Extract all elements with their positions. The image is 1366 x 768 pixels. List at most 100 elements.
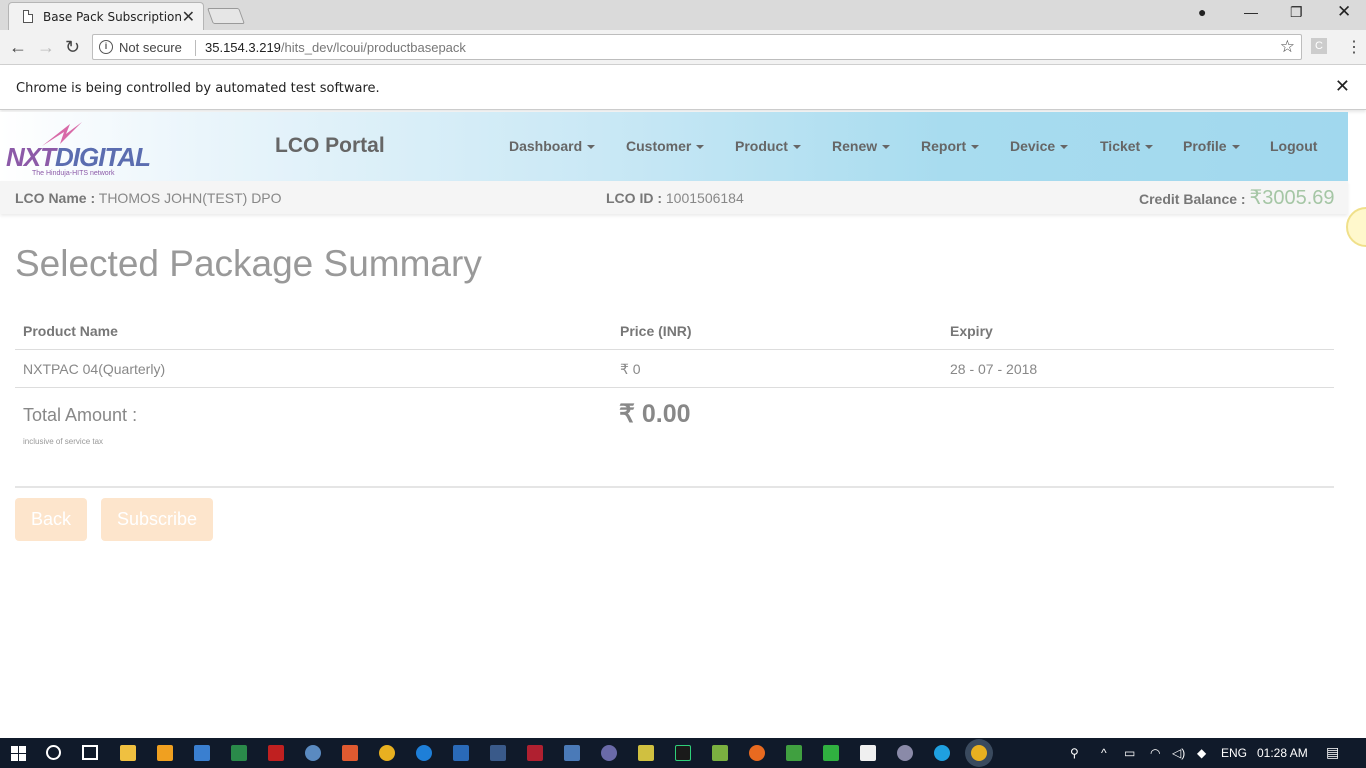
lco-name-label: LCO Name :: [15, 190, 96, 206]
forward-arrow-icon[interactable]: →: [37, 37, 55, 58]
tab-close-icon[interactable]: ✕: [182, 7, 195, 27]
info-icon[interactable]: i: [99, 40, 113, 54]
caret-down-icon: [696, 145, 705, 150]
pycharm-icon[interactable]: [675, 745, 691, 761]
account-icon[interactable]: ●: [1198, 4, 1206, 20]
action-center-icon[interactable]: ▤: [1326, 744, 1339, 761]
people-icon[interactable]: ⚲: [1070, 746, 1079, 760]
firefox-icon[interactable]: [749, 745, 765, 761]
network-tool-icon[interactable]: [231, 745, 247, 761]
sql-tool-icon[interactable]: [490, 745, 506, 761]
portal-title: LCO Portal: [275, 134, 385, 157]
nav-customer[interactable]: Customer: [626, 138, 705, 154]
caret-down-icon: [1231, 145, 1240, 150]
clock[interactable]: 01:28 AM: [1257, 746, 1308, 760]
sheets-app-icon[interactable]: [823, 745, 839, 761]
column-price: Price (INR): [620, 323, 692, 339]
lco-name-value: THOMOS JOHN(TEST) DPO: [98, 190, 282, 206]
lco-info-strip: LCO Name : THOMOS JOHN(TEST) DPO LCO ID …: [0, 181, 1348, 214]
total-amount-note: inclusive of service tax: [23, 437, 104, 446]
url-text: 35.154.3.219/hits_dev/lcoui/productbasep…: [205, 40, 466, 55]
section-divider: [15, 486, 1334, 488]
portal-header: NXTDIGITAL The Hinduja-HITS network LCO …: [0, 112, 1348, 181]
caret-down-icon: [882, 145, 891, 150]
chrome-active-icon[interactable]: [971, 745, 987, 761]
caret-down-icon: [1145, 145, 1154, 150]
skype-icon[interactable]: [934, 745, 950, 761]
extension-icon[interactable]: C: [1311, 38, 1327, 54]
tab-title: Base Pack Subscription: [43, 10, 183, 24]
windows-taskbar: ⚲ ^ ▭ ◠ ◁) ◆ ENG 01:28 AM ▤: [0, 738, 1366, 768]
settings-gear-icon[interactable]: [897, 745, 913, 761]
android-studio-icon[interactable]: [712, 745, 728, 761]
security-app-icon[interactable]: [527, 745, 543, 761]
chrome-icon[interactable]: [379, 745, 395, 761]
nav-device[interactable]: Device: [1010, 138, 1069, 154]
tray-chevron-icon[interactable]: ^: [1101, 746, 1107, 760]
new-tab-button[interactable]: [207, 8, 245, 24]
nav-dashboard[interactable]: Dashboard: [509, 138, 596, 154]
caret-down-icon: [587, 145, 596, 150]
table-row-divider: [15, 387, 1334, 388]
price-cell: ₹ 0: [620, 361, 641, 377]
table-header-divider: [15, 349, 1334, 350]
notepad-icon[interactable]: [638, 745, 654, 761]
infobar-close-icon[interactable]: ✕: [1335, 76, 1350, 97]
nav-renew[interactable]: Renew: [832, 138, 891, 154]
lco-id-label: LCO ID :: [606, 190, 662, 206]
credit-balance: Credit Balance : ₹3005.69: [1139, 185, 1335, 210]
language-indicator[interactable]: ENG: [1221, 746, 1247, 760]
volume-icon[interactable]: ◁): [1172, 746, 1185, 760]
subscribe-button[interactable]: Subscribe: [101, 498, 213, 541]
lco-name: LCO Name : THOMOS JOHN(TEST) DPO: [15, 190, 282, 206]
windows-start-icon[interactable]: [11, 746, 26, 761]
page-icon: [23, 10, 33, 23]
minimize-icon[interactable]: —: [1244, 4, 1258, 20]
floating-help-button[interactable]: [1346, 207, 1366, 247]
back-button[interactable]: Back: [15, 498, 87, 541]
nav-profile[interactable]: Profile: [1183, 138, 1240, 154]
lco-id-value: 1001506184: [665, 190, 744, 206]
network-app-icon[interactable]: [564, 745, 580, 761]
browser-tab[interactable]: Base Pack Subscription ✕: [8, 2, 204, 30]
automation-infobar: Chrome is being controlled by automated …: [0, 65, 1366, 110]
app-globe-icon[interactable]: [601, 745, 617, 761]
nav-product[interactable]: Product: [735, 138, 801, 154]
store-icon[interactable]: [157, 745, 173, 761]
app-green-icon[interactable]: [786, 745, 802, 761]
nxt-digital-logo[interactable]: NXTDIGITAL The Hinduja-HITS network: [6, 118, 161, 177]
lco-id: LCO ID : 1001506184: [606, 190, 744, 206]
reload-icon[interactable]: ↻: [65, 37, 80, 58]
file-explorer-icon[interactable]: [120, 745, 136, 761]
teamviewer-icon[interactable]: [416, 745, 432, 761]
wifi-icon[interactable]: ◠: [1150, 746, 1160, 760]
caret-down-icon: [792, 145, 801, 150]
logo-tagline: The Hinduja-HITS network: [32, 170, 115, 177]
cortana-icon[interactable]: [46, 745, 61, 760]
battery-icon[interactable]: ▭: [1124, 746, 1135, 760]
dropbox-icon[interactable]: ◆: [1197, 746, 1206, 760]
sticky-notes-icon[interactable]: [860, 745, 876, 761]
window-close-icon[interactable]: ✕: [1337, 2, 1351, 22]
remote-desktop-icon[interactable]: [453, 745, 469, 761]
task-view-icon[interactable]: [82, 745, 98, 760]
address-bar[interactable]: i Not secure 35.154.3.219/hits_dev/lcoui…: [92, 34, 1302, 60]
column-product-name: Product Name: [23, 323, 118, 339]
caret-down-icon: [971, 145, 980, 150]
mcafee-icon[interactable]: [268, 745, 284, 761]
vpn-icon[interactable]: [305, 745, 321, 761]
expiry-cell: 28 - 07 - 2018: [950, 361, 1038, 377]
total-amount-label: Total Amount :: [23, 405, 138, 425]
nav-logout[interactable]: Logout: [1270, 138, 1317, 154]
caret-down-icon: [1060, 145, 1069, 150]
restore-icon[interactable]: ❐: [1290, 4, 1303, 21]
nav-report[interactable]: Report: [921, 138, 980, 154]
back-arrow-icon[interactable]: ←: [9, 37, 27, 58]
product-name-cell: NXTPAC 04(Quarterly): [23, 361, 166, 377]
app-window-icon[interactable]: [194, 745, 210, 761]
not-secure-label: Not secure: [119, 40, 182, 55]
nav-ticket[interactable]: Ticket: [1100, 138, 1154, 154]
chrome-menu-icon[interactable]: ⋮: [1346, 37, 1362, 57]
bookmark-star-icon[interactable]: ☆: [1280, 37, 1295, 57]
app-red-icon[interactable]: [342, 745, 358, 761]
